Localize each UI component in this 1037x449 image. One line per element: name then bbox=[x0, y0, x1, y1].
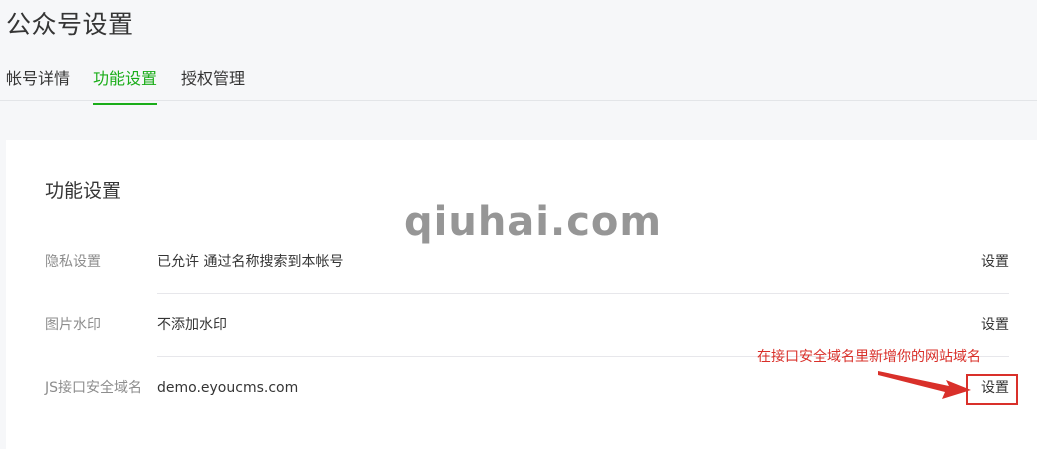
js-domain-value: demo.eyoucms.com bbox=[157, 380, 299, 396]
tab-authorization-management[interactable]: 授权管理 bbox=[181, 68, 245, 90]
privacy-value: 已允许 通过名称搜索到本帐号 bbox=[157, 254, 344, 270]
tab-account-details[interactable]: 帐号详情 bbox=[6, 68, 70, 90]
annotation-arrow-icon bbox=[878, 371, 971, 399]
page-title: 公众号设置 bbox=[6, 10, 134, 39]
section-title: 功能设置 bbox=[45, 180, 122, 202]
image-watermark-settings-link[interactable]: 设置 bbox=[981, 315, 1009, 335]
image-watermark-label: 图片水印 bbox=[45, 317, 101, 333]
settings-row-privacy: 隐私设置 已允许 通过名称搜索到本帐号 设置 bbox=[6, 232, 1037, 294]
annotation-text: 在接口安全域名里新增你的网站域名 bbox=[757, 349, 981, 365]
tab-bar: 帐号详情 功能设置 授权管理 bbox=[0, 62, 1037, 105]
image-watermark-value: 不添加水印 bbox=[157, 317, 227, 333]
privacy-label: 隐私设置 bbox=[45, 254, 101, 270]
privacy-settings-link[interactable]: 设置 bbox=[981, 252, 1009, 272]
tab-feature-settings[interactable]: 功能设置 bbox=[93, 68, 158, 105]
js-domain-label: JS接口安全域名 bbox=[45, 380, 143, 396]
settings-card: 功能设置 qiuhai.com 隐私设置 已允许 通过名称搜索到本帐号 设置 图… bbox=[6, 140, 1037, 449]
annotation-highlight-box bbox=[966, 374, 1018, 405]
row-divider bbox=[157, 293, 1009, 294]
